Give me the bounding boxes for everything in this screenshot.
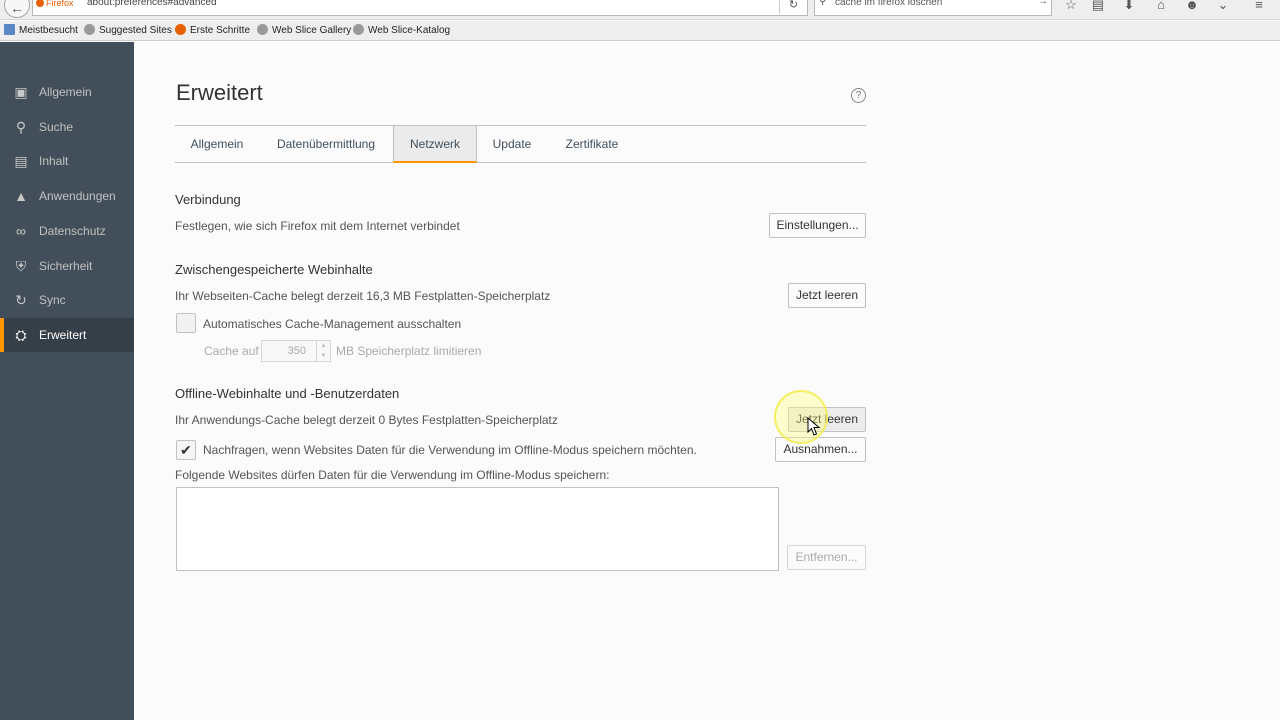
sidebar-item-inhalt[interactable]: ▤ Inhalt (0, 144, 134, 178)
bookmarks-folder-icon (4, 24, 15, 35)
star-icon[interactable]: ☆ (1060, 0, 1082, 14)
web-slice-icon (353, 24, 364, 35)
sidebar-item-label: Sync (39, 293, 66, 307)
reading-list-icon[interactable]: ▤ (1087, 0, 1109, 14)
remove-offline-app-button[interactable]: Entfernen... (787, 545, 866, 570)
bookmarks-toolbar: Meistbesucht Suggested Sites Erste Schri… (0, 21, 1280, 41)
sidebar-item-anwendungen[interactable]: ▲ Anwendungen (0, 179, 134, 213)
offline-caption: Offline-Webinhalte und -Benutzerdaten (175, 386, 400, 401)
sidebar-item-label: Datenschutz (39, 224, 106, 238)
mouse-cursor-icon (807, 417, 821, 436)
menu-icon[interactable]: ≡ (1248, 0, 1270, 14)
connection-settings-button[interactable]: Einstellungen... (769, 213, 866, 238)
back-arrow-icon[interactable]: ← (4, 0, 30, 18)
help-icon[interactable]: ? (851, 88, 866, 103)
page-title: Erweitert (176, 80, 263, 105)
sidebar-item-suche[interactable]: ⚲ Suche (0, 110, 134, 144)
suggested-sites-icon (84, 24, 95, 35)
tab-allgemein[interactable]: Allgemein (175, 126, 259, 163)
bookmark-item[interactable]: Erste Schritte (175, 24, 250, 38)
firefox-icon (36, 0, 44, 7)
general-icon: ▣ (14, 84, 28, 100)
url-bar[interactable]: Firefox about:preferences#advanced ↻ (32, 0, 808, 16)
advanced-tabs: Allgemein Datenübermittlung Netzwerk Upd… (175, 125, 866, 163)
cache-override-label: Automatisches Cache-Management ausschalt… (203, 317, 462, 331)
bookmark-item[interactable]: Web Slice Gallery (257, 24, 351, 38)
sidebar-item-label: Anwendungen (39, 189, 116, 203)
search-go-arrow-icon[interactable]: → (1038, 0, 1048, 7)
sidebar-item-label: Suche (39, 120, 74, 134)
cache-size-stepper[interactable]: 350 ▲ ▼ (261, 340, 331, 362)
identity-box[interactable]: Firefox (36, 0, 74, 8)
cache-caption: Zwischengespeicherte Webinhalte (175, 262, 373, 277)
spin-arrows-icon[interactable]: ▲ ▼ (316, 341, 330, 361)
categories-sidebar: ▣ Allgemein ⚲ Suche ▤ Inhalt ▲ Anwendung… (0, 42, 134, 720)
navigation-toolbar: ← Firefox about:preferences#advanced ↻ ⚲… (0, 0, 1280, 20)
bookmark-label: Erste Schritte (190, 25, 251, 36)
sidebar-item-label: Sicherheit (39, 259, 93, 273)
identity-label: Firefox (46, 0, 74, 8)
sidebar-item-sync[interactable]: ↻ Sync (0, 283, 134, 317)
cache-size-description: Ihr Webseiten-Cache belegt derzeit 16,3 … (175, 289, 551, 303)
bookmark-label: Web Slice-Katalog (368, 25, 451, 36)
sidebar-item-erweitert[interactable]: ⛭ Erweitert (0, 318, 134, 352)
bookmark-label: Meistbesucht (19, 25, 78, 36)
search-icon: ⚲ (15, 119, 27, 135)
bookmark-item[interactable]: Web Slice-Katalog (353, 24, 450, 38)
offline-apps-list[interactable] (176, 487, 779, 571)
tab-zertifikate[interactable]: Zertifikate (547, 126, 637, 163)
search-icon: ⚲ (819, 0, 827, 7)
firefox-icon (175, 24, 186, 35)
privacy-mask-icon: ∞ (16, 223, 26, 239)
sidebar-item-label: Erweitert (39, 328, 87, 342)
web-slice-icon (257, 24, 268, 35)
search-input[interactable]: cache im firefox löschen (835, 0, 942, 9)
url-text[interactable]: about:preferences#advanced (87, 0, 217, 9)
download-icon[interactable]: ⬇ (1118, 0, 1140, 14)
tab-datenuebermittlung[interactable]: Datenübermittlung (259, 126, 393, 163)
sidebar-item-sicherheit[interactable]: ⛨ Sicherheit (0, 249, 134, 283)
bookmark-label: Web Slice Gallery (272, 25, 352, 36)
applications-icon: ▲ (14, 188, 28, 204)
reload-icon[interactable]: ↻ (779, 0, 807, 14)
cache-size-value: 350 (287, 345, 306, 357)
bookmark-item[interactable]: Meistbesucht (4, 24, 78, 38)
search-bar[interactable]: ⚲ cache im firefox löschen → (814, 0, 1052, 16)
security-icon: ⛨ (15, 258, 27, 274)
sidebar-item-allgemein[interactable]: ▣ Allgemein (0, 75, 134, 109)
home-icon[interactable]: ⌂ (1150, 0, 1172, 14)
offline-notify-checkbox[interactable]: ✔ (176, 440, 196, 460)
offline-notify-label: Nachfragen, wenn Websites Daten für die … (203, 443, 697, 457)
bookmark-item[interactable]: Suggested Sites (84, 24, 172, 38)
checkmark-icon: ✔ (180, 442, 192, 458)
content-icon: ▤ (14, 153, 28, 169)
bookmark-label: Suggested Sites (99, 25, 172, 36)
pocket-icon[interactable]: ⌄ (1212, 0, 1234, 14)
connection-description: Festlegen, wie sich Firefox mit dem Inte… (175, 219, 460, 233)
cache-limit-prefix: Cache auf (204, 344, 259, 358)
sidebar-item-label: Allgemein (39, 85, 92, 99)
clear-cache-button[interactable]: Jetzt leeren (788, 283, 866, 308)
cache-override-checkbox[interactable] (176, 313, 196, 333)
offline-apps-list-label: Folgende Websites dürfen Daten für die V… (175, 468, 610, 482)
tab-update[interactable]: Update (477, 126, 547, 163)
connection-caption: Verbindung (175, 192, 241, 207)
sidebar-item-label: Inhalt (39, 154, 69, 168)
tab-netzwerk[interactable]: Netzwerk (393, 126, 477, 163)
offline-size-description: Ihr Anwendungs-Cache belegt derzeit 0 By… (175, 413, 558, 427)
sidebar-item-datenschutz[interactable]: ∞ Datenschutz (0, 214, 134, 248)
chat-icon[interactable]: ☻ (1181, 0, 1203, 14)
cache-limit-suffix: MB Speicherplatz limitieren (336, 344, 482, 358)
sync-icon: ↻ (15, 292, 27, 308)
advanced-wizard-hat-icon: ⛭ (15, 327, 27, 343)
